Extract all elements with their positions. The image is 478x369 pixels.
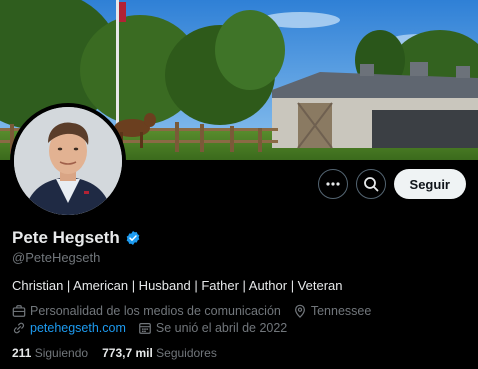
profile-website-link[interactable]: petehegseth.com xyxy=(30,321,126,335)
more-horizontal-icon xyxy=(325,182,340,186)
profile-location: Tennessee xyxy=(293,304,371,318)
calendar-icon xyxy=(139,323,151,334)
following-link[interactable]: 211 Siguiendo xyxy=(12,346,88,360)
profile-avatar[interactable] xyxy=(10,103,126,219)
location-pin-icon xyxy=(294,304,305,318)
profile-location-text: Tennessee xyxy=(310,304,372,318)
link-icon xyxy=(13,322,25,334)
profile-joined-text: Se unió el abril de 2022 xyxy=(155,321,288,335)
profile-bio: Christian | American | Husband | Father … xyxy=(12,278,343,293)
followers-count: 773,7 mil xyxy=(102,346,153,360)
following-label: Siguiendo xyxy=(34,346,89,360)
profile-meta-line-2: petehegseth.com Se unió el abril de 2022 xyxy=(12,321,299,335)
search-button[interactable] xyxy=(355,169,386,199)
profile-website[interactable]: petehegseth.com xyxy=(12,321,126,335)
profile-name-row: Pete Hegseth xyxy=(12,228,141,248)
following-count: 211 xyxy=(12,346,32,360)
more-button[interactable] xyxy=(317,169,348,199)
verified-badge-icon[interactable] xyxy=(125,230,141,246)
briefcase-icon xyxy=(12,305,26,317)
followers-label: Seguidores xyxy=(156,346,217,360)
profile-category-text: Personalidad de los medios de comunicaci… xyxy=(30,304,281,318)
avatar-image xyxy=(14,107,122,215)
followers-link[interactable]: 773,7 mil Seguidores xyxy=(102,346,217,360)
profile-counts: 211 Siguiendo 773,7 mil Seguidores xyxy=(12,346,217,360)
profile-meta-line-1: Personalidad de los medios de comunicaci… xyxy=(12,304,383,318)
follow-button[interactable]: Seguir xyxy=(393,169,466,199)
profile-handle: @PeteHegseth xyxy=(12,250,101,265)
profile-name: Pete Hegseth xyxy=(12,228,120,247)
profile-category: Personalidad de los medios de comunicaci… xyxy=(12,304,281,318)
profile-actions: Seguir xyxy=(317,169,466,199)
profile-joined: Se unió el abril de 2022 xyxy=(138,321,287,335)
search-icon xyxy=(363,177,378,192)
